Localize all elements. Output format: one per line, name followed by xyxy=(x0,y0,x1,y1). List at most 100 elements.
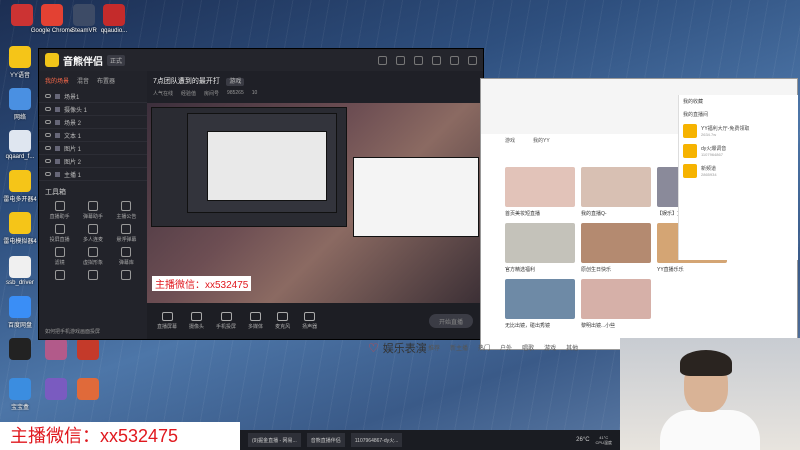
taskbar-app[interactable]: (9)掘金直播 - 网易... xyxy=(248,433,301,447)
live-card[interactable]: 官方精选福利 xyxy=(505,223,575,273)
tool-item[interactable]: 直播助手 xyxy=(43,201,76,220)
desktop-icon[interactable]: 雷电多开器4 xyxy=(2,170,38,203)
desktop-icon[interactable] xyxy=(38,338,74,360)
desktop-icon[interactable]: Google Chrome xyxy=(31,4,73,34)
scene-item[interactable]: 文本 1 xyxy=(39,129,147,142)
tool-item[interactable]: 滤镜 xyxy=(43,247,76,266)
tool-item[interactable] xyxy=(76,270,109,282)
control-button[interactable]: 直播屏幕 xyxy=(157,312,177,330)
scene-item[interactable]: 场景1 xyxy=(39,90,147,103)
live-card[interactable]: 黎明出镜...小些 xyxy=(581,279,651,329)
desktop-icon[interactable] xyxy=(2,338,38,360)
tool-item[interactable] xyxy=(110,270,143,282)
tab-layout[interactable]: 布置器 xyxy=(97,76,115,85)
control-button[interactable]: 多媒体 xyxy=(248,312,263,330)
tool-item[interactable] xyxy=(43,270,76,282)
tool-item[interactable]: 弹幕库 xyxy=(110,247,143,266)
room-category-badge[interactable]: 游戏 xyxy=(226,78,245,86)
eye-icon[interactable] xyxy=(45,94,51,98)
eye-icon[interactable] xyxy=(45,172,51,176)
tab-my-scene[interactable]: 我的场景 xyxy=(45,76,69,85)
favorite-item[interactable]: dy火爆调音 1107964867 xyxy=(679,141,798,161)
live-card[interactable]: 我的直播Q- xyxy=(581,167,651,217)
taskbar-app[interactable]: 音熊直播伴侣 xyxy=(306,433,345,447)
desktop-icon[interactable]: qqaard_f... xyxy=(2,130,38,160)
scene-item[interactable]: 图片 1 xyxy=(39,142,147,155)
tab-mixer[interactable]: 混音 xyxy=(77,76,89,85)
desktop-icon[interactable]: ssb_driver xyxy=(2,256,38,286)
desktop-icon[interactable] xyxy=(70,338,106,360)
app-icon xyxy=(41,4,63,26)
favorite-item[interactable]: YY福利大厅-免费领取 2634.7w xyxy=(679,121,798,141)
live-card-thumbnail[interactable] xyxy=(581,223,651,263)
live-card-thumbnail[interactable] xyxy=(505,279,575,319)
minimize-icon[interactable] xyxy=(432,55,441,65)
control-button[interactable]: 摄像头 xyxy=(189,312,204,330)
desktop-icon[interactable]: 雷电模拟器4 xyxy=(2,212,38,245)
entertainment-tab[interactable]: 户外 xyxy=(500,343,512,352)
live-card[interactable]: 首页美妆短直播 xyxy=(505,167,575,217)
desktop-icon[interactable]: 网络 xyxy=(2,88,38,121)
eye-icon[interactable] xyxy=(45,159,51,163)
scene-item[interactable]: 场景 2 xyxy=(39,116,147,129)
entertainment-tab[interactable]: 推荐 xyxy=(428,343,440,352)
start-live-button[interactable]: 开始直播 xyxy=(429,314,473,328)
sidebar-header-favorites[interactable]: 我的收藏 xyxy=(679,95,798,108)
live-card-thumbnail[interactable] xyxy=(505,167,575,207)
maximize-icon[interactable] xyxy=(450,55,459,65)
sidebar-header-my-room[interactable]: 我的直播间 xyxy=(679,108,798,121)
tool-item[interactable]: 弹幕助手 xyxy=(76,201,109,220)
skin-icon[interactable] xyxy=(378,55,387,65)
scene-item[interactable]: 摄像头 1 xyxy=(39,103,147,116)
live-card-thumbnail[interactable] xyxy=(581,167,651,207)
live-card-thumbnail[interactable] xyxy=(505,223,575,263)
control-button[interactable]: 手机投屏 xyxy=(216,312,236,330)
settings-icon[interactable] xyxy=(414,55,423,65)
scene-item[interactable]: 图片 2 xyxy=(39,155,147,168)
eye-icon[interactable] xyxy=(45,120,51,124)
tool-item[interactable]: 悬浮弹幕 xyxy=(110,224,143,243)
close-icon[interactable] xyxy=(468,55,477,65)
entertainment-section-label: ♡ 娱乐表演 xyxy=(368,340,427,356)
scene-item[interactable]: 主播 1 xyxy=(39,168,147,181)
streaming-app-window[interactable]: 音熊伴侣 正式 我的场景 混音 布置器 场景1 摄像头 1 场景 2 文本 1 图片 1… xyxy=(38,48,484,340)
eye-icon[interactable] xyxy=(45,146,51,150)
eye-icon[interactable] xyxy=(45,133,51,137)
desktop-icon[interactable] xyxy=(38,378,74,400)
help-tip[interactable]: 如何把手机游戏画面投屏 xyxy=(45,328,100,335)
room-title[interactable]: 7点团队遭到的最开打 xyxy=(153,78,220,85)
tool-label: 弹幕助手 xyxy=(82,214,103,220)
tool-item[interactable]: 多人连麦 xyxy=(76,224,109,243)
live-card[interactable]: 无比出镜，碰出秀镜 xyxy=(505,279,575,329)
entertainment-tab[interactable]: 热门 xyxy=(478,343,490,352)
entertainment-tab[interactable]: 其他 xyxy=(566,343,578,352)
control-button[interactable]: 麦克风 xyxy=(275,312,290,330)
yy-tab-my[interactable]: 我的YY xyxy=(533,137,550,144)
desktop-icon[interactable]: qqaudio... xyxy=(96,4,132,34)
message-icon[interactable] xyxy=(396,55,405,65)
desktop-icon[interactable]: 百度网盘 xyxy=(2,296,38,329)
desktop-icon[interactable]: 宝宝盒 xyxy=(2,378,38,411)
live-card-thumbnail[interactable] xyxy=(581,279,651,319)
entertainment-tab[interactable]: 唱歌 xyxy=(522,343,534,352)
tool-item[interactable]: 投屏直播 xyxy=(43,224,76,243)
control-button[interactable]: 扬声器 xyxy=(302,312,317,330)
control-icon xyxy=(250,312,262,321)
live-preview[interactable] xyxy=(147,103,483,303)
cpu-temp-widget[interactable]: 41°C CPU温度 xyxy=(596,435,612,445)
weather-temp[interactable]: 26°C xyxy=(576,437,589,443)
desktop-icon-label: YY语音 xyxy=(9,73,30,79)
app-icon xyxy=(9,296,31,318)
tool-item[interactable]: 主播公告 xyxy=(110,201,143,220)
tool-item[interactable]: 虚拟形象 xyxy=(76,247,109,266)
desktop-icon[interactable]: YY语音 xyxy=(2,46,38,79)
entertainment-tab[interactable]: 新主播 xyxy=(450,343,468,352)
favorite-item[interactable]: 新频道 2865934 xyxy=(679,161,798,181)
entertainment-tab[interactable]: 游戏 xyxy=(544,343,556,352)
eye-icon[interactable] xyxy=(45,107,51,111)
tool-label: 多人连麦 xyxy=(82,237,103,243)
yy-tab-game[interactable]: 游戏 xyxy=(505,137,515,144)
desktop-icon[interactable] xyxy=(70,378,106,400)
live-card[interactable]: 原创生日快乐 xyxy=(581,223,651,273)
taskbar-app[interactable]: 1107964867-dy火... xyxy=(350,433,403,447)
